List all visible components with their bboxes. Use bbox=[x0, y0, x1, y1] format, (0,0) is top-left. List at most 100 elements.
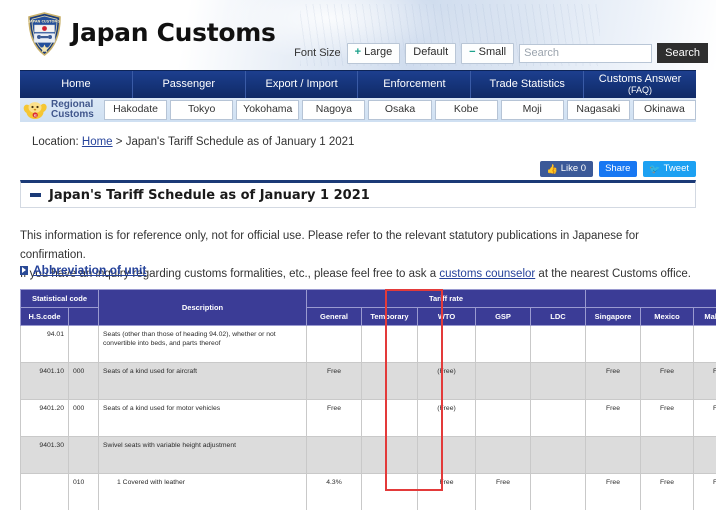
font-size-label: Font Size bbox=[294, 47, 340, 59]
cell-gsp bbox=[476, 326, 531, 363]
th-tariff-rate: Tariff rate bbox=[307, 290, 586, 308]
regional-customs-bar: 税 Regional Customs Hakodate Tokyo Yokoha… bbox=[20, 98, 696, 122]
regional-office-osaka[interactable]: Osaka bbox=[368, 100, 431, 121]
facebook-share-label: Share bbox=[605, 164, 630, 174]
twitter-tweet-label: Tweet bbox=[664, 164, 689, 174]
regional-office-okinawa[interactable]: Okinawa bbox=[633, 100, 696, 121]
breadcrumb-prefix: Location: bbox=[32, 136, 79, 148]
cell-stat-code bbox=[69, 437, 99, 474]
table-row[interactable]: 9401.10 000 Seats of a kind used for air… bbox=[21, 363, 716, 400]
cell-singapore bbox=[586, 326, 641, 363]
font-size-large-button[interactable]: + Large bbox=[347, 43, 401, 64]
cell-singapore bbox=[586, 437, 641, 474]
main-navigation: Home Passenger Export / Import Enforceme… bbox=[20, 70, 696, 98]
breadcrumb: Location: Home > Japan's Tariff Schedule… bbox=[32, 136, 354, 148]
th-statistical-code: Statistical code bbox=[21, 290, 99, 308]
cell-temporary bbox=[362, 363, 418, 400]
th-wto: WTO bbox=[418, 308, 476, 326]
site-header-banner: JAPAN CUSTOMS Japan Customs Font Size + … bbox=[0, 0, 716, 70]
cell-malaysia: Free bbox=[694, 363, 716, 400]
breadcrumb-home-link[interactable]: Home bbox=[82, 136, 113, 148]
cell-wto: Free bbox=[418, 474, 476, 510]
cell-singapore: Free bbox=[586, 400, 641, 437]
cell-temporary bbox=[362, 400, 418, 437]
japan-customs-crest-icon: JAPAN CUSTOMS bbox=[27, 12, 62, 56]
nav-item-passenger[interactable]: Passenger bbox=[133, 71, 246, 98]
nav-label: Enforcement bbox=[383, 78, 445, 90]
brand-title: Japan Customs bbox=[71, 20, 276, 48]
search-input[interactable] bbox=[519, 44, 652, 63]
nav-item-customs-answer[interactable]: Customs Answer (FAQ) bbox=[584, 71, 696, 98]
cell-wto: (Free) bbox=[418, 400, 476, 437]
abbreviation-of-unit-link[interactable]: Abbreviation of unit bbox=[33, 263, 146, 277]
cell-description: Seats of a kind used for motor vehicles bbox=[99, 400, 307, 437]
page-title: Japan's Tariff Schedule as of January 1 … bbox=[49, 188, 370, 203]
cell-mexico bbox=[641, 326, 694, 363]
cell-ldc bbox=[531, 326, 586, 363]
font-size-large-label: Large bbox=[364, 46, 392, 58]
cell-general bbox=[307, 437, 362, 474]
site-logo[interactable]: JAPAN CUSTOMS Japan Customs bbox=[27, 12, 276, 56]
nav-label: Passenger bbox=[162, 78, 215, 90]
cell-malaysia bbox=[694, 326, 716, 363]
font-size-default-button[interactable]: Default bbox=[405, 43, 456, 64]
font-size-controls: Font Size + Large Default − Small Search bbox=[294, 43, 708, 64]
nav-item-enforcement[interactable]: Enforcement bbox=[358, 71, 471, 98]
nav-sublabel: (FAQ) bbox=[599, 86, 682, 95]
th-stat-code bbox=[69, 308, 99, 326]
twitter-tweet-button[interactable]: 🐦 Tweet bbox=[643, 161, 696, 177]
nav-label: Trade Statistics bbox=[490, 78, 565, 90]
cell-ldc bbox=[531, 363, 586, 400]
intro-line-1: This information is for reference only, … bbox=[20, 227, 700, 265]
title-dash-icon bbox=[30, 193, 41, 197]
nav-item-home[interactable]: Home bbox=[20, 71, 133, 98]
nav-item-trade-statistics[interactable]: Trade Statistics bbox=[471, 71, 584, 98]
tariff-table-wrapper: Statistical code Description Tariff rate… bbox=[20, 289, 696, 510]
facebook-share-button[interactable]: Share bbox=[599, 161, 637, 177]
regional-label-line2: Customs bbox=[51, 109, 94, 120]
regional-customs-label: Regional Customs bbox=[51, 100, 101, 120]
cell-stat-code: 010 bbox=[69, 474, 99, 510]
th-eparate-group bbox=[586, 290, 716, 308]
cell-description-text: 1 Covered with leather bbox=[103, 478, 185, 487]
search-button[interactable]: Search bbox=[657, 43, 708, 63]
table-row[interactable]: 94.01 Seats (other than those of heading… bbox=[21, 326, 716, 363]
cell-temporary bbox=[362, 437, 418, 474]
th-hs-code: H.S.code bbox=[21, 308, 69, 326]
facebook-like-button[interactable]: 👍 Like 0 bbox=[540, 161, 593, 177]
cell-temporary bbox=[362, 326, 418, 363]
cell-ldc bbox=[531, 400, 586, 437]
cell-hs-code: 9401.20 bbox=[21, 400, 69, 437]
cell-mexico: Free bbox=[641, 363, 694, 400]
table-row[interactable]: 9401.20 000 Seats of a kind used for mot… bbox=[21, 400, 716, 437]
regional-office-hakodate[interactable]: Hakodate bbox=[104, 100, 167, 121]
th-mexico: Mexico bbox=[641, 308, 694, 326]
page-root: JAPAN CUSTOMS Japan Customs Font Size + … bbox=[0, 0, 716, 510]
font-size-small-button[interactable]: − Small bbox=[461, 43, 514, 64]
plus-icon: + bbox=[355, 46, 361, 58]
svg-text:税: 税 bbox=[34, 112, 37, 117]
cell-general: 4.3% bbox=[307, 474, 362, 510]
nav-item-export-import[interactable]: Export / Import bbox=[246, 71, 359, 98]
nav-label: Customs Answer bbox=[599, 73, 682, 85]
cell-hs-code: 9401.30 bbox=[21, 437, 69, 474]
breadcrumb-current: Japan's Tariff Schedule as of January 1 … bbox=[126, 136, 355, 148]
table-row[interactable]: 9401.30 Swivel seats with variable heigh… bbox=[21, 437, 716, 474]
social-share-bar: 👍 Like 0 Share 🐦 Tweet bbox=[540, 161, 696, 177]
custom-kun-mascot-icon: 税 bbox=[22, 100, 48, 120]
regional-office-moji[interactable]: Moji bbox=[501, 100, 564, 121]
cell-wto bbox=[418, 437, 476, 474]
cell-mexico: Free bbox=[641, 400, 694, 437]
table-row[interactable]: 010 1 Covered with leather 4.3% Free Fre… bbox=[21, 474, 716, 510]
regional-office-nagasaki[interactable]: Nagasaki bbox=[567, 100, 630, 121]
abbreviation-of-unit-row[interactable]: Abbreviation of unit bbox=[20, 263, 146, 277]
regional-office-yokohama[interactable]: Yokohama bbox=[236, 100, 299, 121]
regional-office-kobe[interactable]: Kobe bbox=[435, 100, 498, 121]
regional-office-nagoya[interactable]: Nagoya bbox=[302, 100, 365, 121]
cell-hs-code: 9401.10 bbox=[21, 363, 69, 400]
th-singapore: Singapore bbox=[586, 308, 641, 326]
regional-office-tokyo[interactable]: Tokyo bbox=[170, 100, 233, 121]
cell-malaysia: Free bbox=[694, 400, 716, 437]
customs-counselor-link[interactable]: customs counselor bbox=[439, 268, 535, 280]
tariff-table: Statistical code Description Tariff rate… bbox=[20, 289, 716, 510]
